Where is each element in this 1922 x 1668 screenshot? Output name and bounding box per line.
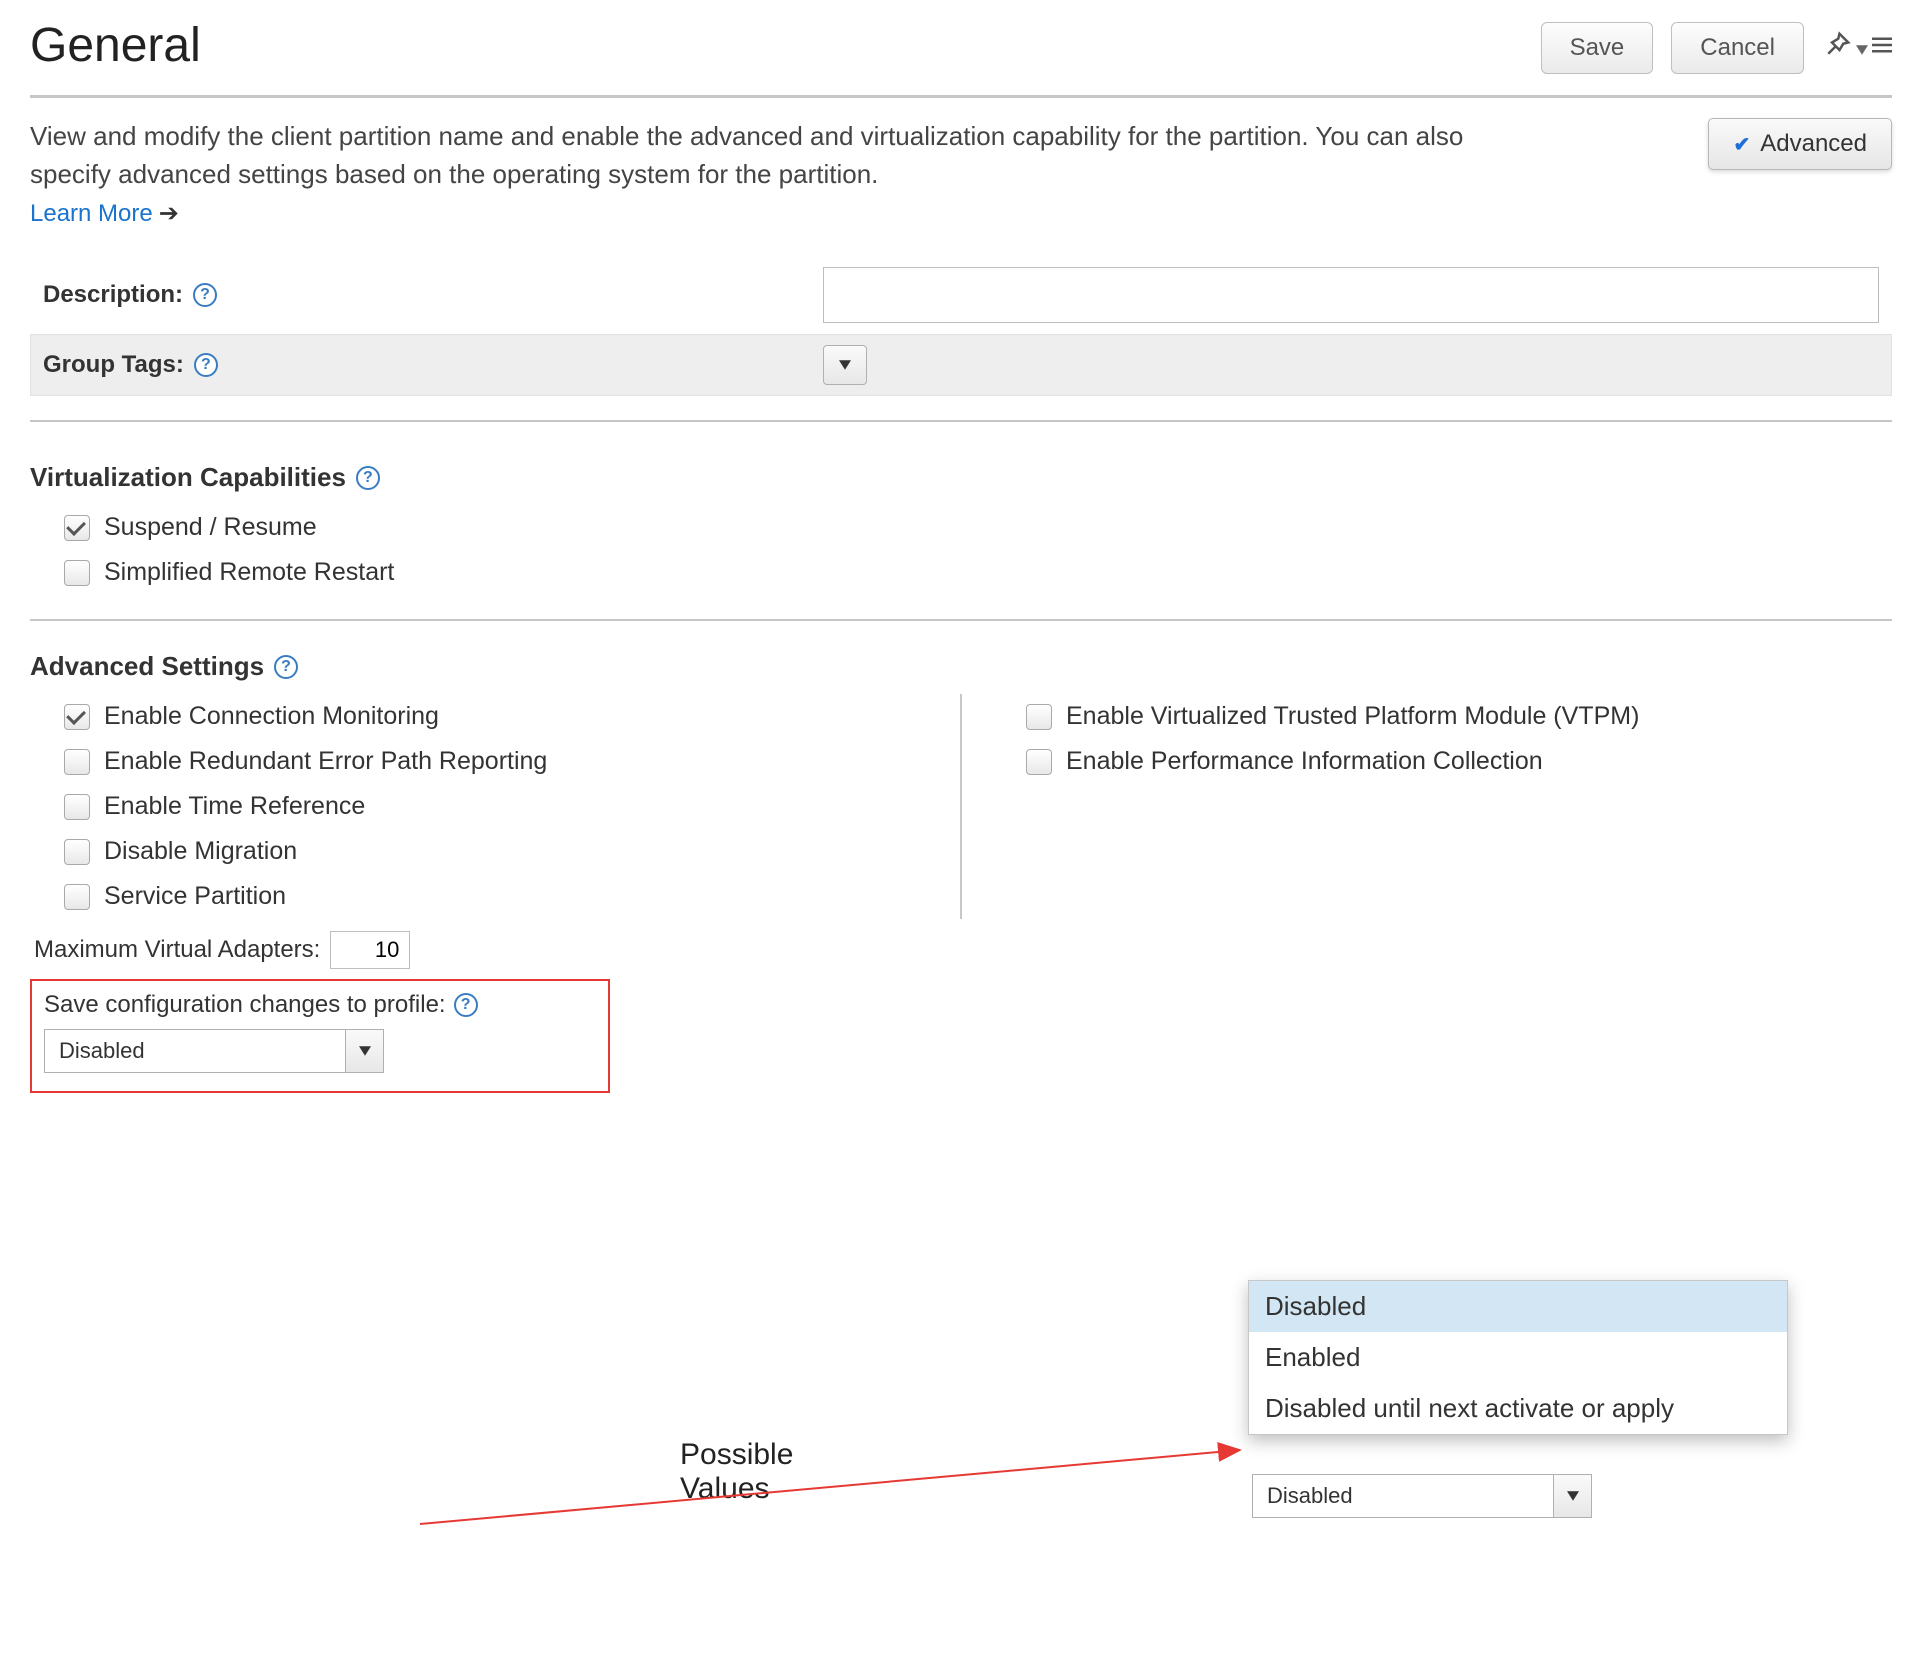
- save-config-select[interactable]: Disabled: [44, 1029, 384, 1073]
- dropdown-option[interactable]: Enabled: [1249, 1332, 1787, 1383]
- help-icon[interactable]: ?: [194, 353, 218, 377]
- checkbox-row: Simplified Remote Restart: [30, 550, 1892, 595]
- save-config-options-popover: DisabledEnabledDisabled until next activ…: [1248, 1280, 1788, 1435]
- checkbox-row: Service Partition: [30, 874, 930, 919]
- save-config-selected-value: Disabled: [45, 1038, 345, 1064]
- virtualization-section: Virtualization Capabilities ? Suspend / …: [30, 462, 1892, 595]
- menu-caret-icon: [1856, 35, 1868, 61]
- group-tags-row: Group Tags: ?: [30, 334, 1892, 396]
- group-tags-label: Group Tags:: [43, 351, 184, 379]
- checkbox[interactable]: [64, 884, 90, 910]
- advanced-toggle-button[interactable]: ✔ Advanced: [1708, 118, 1892, 170]
- learn-more-link[interactable]: Learn More ➔: [30, 199, 179, 228]
- checkbox-row: Enable Time Reference: [30, 784, 930, 829]
- help-icon[interactable]: ?: [356, 466, 380, 490]
- virtualization-title: Virtualization Capabilities: [30, 462, 346, 493]
- chevron-down-icon: [1553, 1475, 1591, 1517]
- page-root: General Save Cancel View and modify the …: [0, 0, 1922, 1668]
- checkbox-label: Enable Redundant Error Path Reporting: [104, 747, 547, 776]
- save-config-select-duplicate[interactable]: Disabled: [1252, 1474, 1592, 1518]
- pin-icon[interactable]: [1822, 30, 1852, 66]
- checkbox-label: Enable Time Reference: [104, 792, 365, 821]
- group-tags-dropdown[interactable]: [823, 345, 867, 385]
- description-row: Description: ?: [30, 256, 1892, 334]
- checkbox[interactable]: [64, 704, 90, 730]
- header: General Save Cancel: [30, 18, 1892, 83]
- save-config-label: Save configuration changes to profile:: [44, 991, 446, 1019]
- header-separator: [30, 95, 1892, 98]
- dropdown-option[interactable]: Disabled until next activate or apply: [1249, 1383, 1787, 1434]
- checkbox-row: Enable Redundant Error Path Reporting: [30, 739, 930, 784]
- help-icon[interactable]: ?: [274, 655, 298, 679]
- save-button[interactable]: Save: [1541, 22, 1654, 74]
- annotation-arrow: [420, 1430, 1250, 1550]
- chevron-down-icon: [839, 360, 851, 370]
- description-label: Description:: [43, 281, 183, 309]
- dropdown-option[interactable]: Disabled: [1249, 1281, 1787, 1332]
- checkbox[interactable]: [64, 560, 90, 586]
- max-adapters-input[interactable]: [330, 931, 410, 969]
- advanced-toggle-label: Advanced: [1760, 130, 1867, 158]
- max-adapters-row: Maximum Virtual Adapters:: [30, 931, 1892, 969]
- max-adapters-label: Maximum Virtual Adapters:: [34, 936, 320, 964]
- column-divider: [960, 694, 962, 919]
- checkbox-row: Enable Connection Monitoring: [30, 694, 930, 739]
- arrow-right-icon: ➔: [159, 199, 179, 228]
- checkbox-label: Enable Virtualized Trusted Platform Modu…: [1066, 702, 1639, 731]
- advanced-title: Advanced Settings: [30, 651, 264, 682]
- checkbox-label: Disable Migration: [104, 837, 297, 866]
- help-icon[interactable]: ?: [193, 283, 217, 307]
- checkbox[interactable]: [64, 749, 90, 775]
- checkbox[interactable]: [1026, 704, 1052, 730]
- header-actions: Save Cancel: [1541, 22, 1892, 74]
- save-config-highlight-box: Save configuration changes to profile: ?…: [30, 979, 610, 1093]
- checkbox-row: Enable Performance Information Collectio…: [992, 739, 1892, 784]
- intro-row: View and modify the client partition nam…: [30, 118, 1892, 228]
- advanced-section: Advanced Settings ? Enable Connection Mo…: [30, 651, 1892, 1093]
- annotation-possible-values: Possible Values: [680, 1438, 793, 1506]
- checkbox[interactable]: [1026, 749, 1052, 775]
- intro-block: View and modify the client partition nam…: [30, 118, 1530, 228]
- intro-text: View and modify the client partition nam…: [30, 118, 1530, 193]
- checkbox-label: Service Partition: [104, 882, 286, 911]
- check-icon: ✔: [1733, 132, 1750, 157]
- checkbox-label: Simplified Remote Restart: [104, 558, 394, 587]
- checkbox[interactable]: [64, 839, 90, 865]
- checkbox-label: Enable Connection Monitoring: [104, 702, 439, 731]
- page-title: General: [30, 18, 201, 73]
- checkbox-label: Suspend / Resume: [104, 513, 317, 542]
- save-config-selected-value: Disabled: [1253, 1483, 1553, 1509]
- menu-icon[interactable]: [1872, 33, 1892, 63]
- checkbox[interactable]: [64, 794, 90, 820]
- description-input[interactable]: [823, 267, 1879, 323]
- help-icon[interactable]: ?: [454, 993, 478, 1017]
- cancel-button[interactable]: Cancel: [1671, 22, 1804, 74]
- chevron-down-icon: [345, 1030, 383, 1072]
- checkbox-row: Disable Migration: [30, 829, 930, 874]
- learn-more-label: Learn More: [30, 200, 153, 228]
- checkbox[interactable]: [64, 515, 90, 541]
- checkbox-row: Suspend / Resume: [30, 505, 1892, 550]
- section-separator: [30, 619, 1892, 621]
- checkbox-label: Enable Performance Information Collectio…: [1066, 747, 1543, 776]
- section-separator: [30, 420, 1892, 422]
- checkbox-row: Enable Virtualized Trusted Platform Modu…: [992, 694, 1892, 739]
